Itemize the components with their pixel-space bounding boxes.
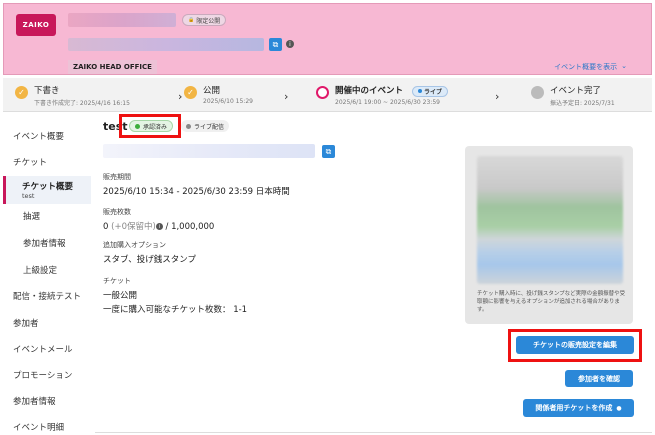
sales-count-total: / 1,000,000 [165, 222, 215, 232]
event-summary-label: イベント概要を表示 [554, 63, 618, 71]
live-stream-badge: ライブ配信 [181, 120, 230, 132]
copy-ticket-url-button[interactable]: ⧉ [322, 145, 335, 158]
event-header: ZAIKO 🔒 限定公開 ⧉ i ZAIKO HEAD OFFICE イベント概… [3, 3, 652, 75]
chevron-right-icon: › [495, 90, 500, 103]
info-icon[interactable]: i [155, 223, 163, 230]
visibility-badge-label: 限定公開 [196, 17, 221, 25]
step-live-sub: 2025/6/1 19:00 ~ 2025/6/30 23:59 [335, 98, 440, 106]
event-progress-bar: ✓ 下書き 下書き作成完了: 2025/4/16 16:15 › ✓ 公開 20… [3, 78, 652, 112]
step-published-sub: 2025/6/10 15:29 [203, 98, 253, 105]
event-title-redacted [68, 13, 176, 27]
ticket-limit: 一度に購入可能なチケット枚数： 1-1 [103, 305, 248, 315]
zaiko-logo[interactable]: ZAIKO [16, 14, 56, 36]
sidebar-item-promotion[interactable]: プロモーション [13, 369, 72, 381]
sales-count-hold: (+0保留中) [111, 222, 156, 232]
copy-icon: ⧉ [272, 39, 279, 49]
options-value: スタブ、投げ銭スタンプ [103, 255, 196, 265]
ticket-preview-card: チケット購入時に、投げ銭スタンプなど実際の金額振替や受取額に影響を与えるオプショ… [465, 146, 633, 324]
sales-count-value: 0 (+0保留中) i / 1,000,000 [103, 220, 214, 232]
ticket-url-redacted [103, 144, 315, 158]
sidebar-item-advanced[interactable]: 上級設定 [23, 264, 57, 276]
check-icon: ✓ [184, 86, 197, 99]
ring-icon [316, 86, 329, 99]
ticket-label: チケット [103, 277, 131, 285]
sidebar-item-streaming[interactable]: 配信・接続テスト [13, 290, 81, 302]
step-complete-sub: 振込予定日: 2025/7/31 [550, 100, 615, 107]
live-badge-label: ライブ [423, 88, 442, 96]
chevron-down-icon: ⌄ [621, 62, 627, 70]
step-draft-sub: 下書き作成完了: 2025/4/16 16:15 [34, 100, 130, 107]
create-staff-ticket-label: 関係者用チケットを作成 [535, 404, 613, 412]
chevron-right-icon: › [178, 90, 183, 103]
event-summary-link[interactable]: イベント概要を表示 ⌄ [554, 62, 627, 72]
step-complete: イベント完了 振込予定日: 2025/7/31 [531, 84, 615, 107]
event-url-redacted [68, 38, 264, 51]
info-icon[interactable]: i [286, 40, 294, 48]
sidebar-item-lottery[interactable]: 抽選 [23, 210, 40, 222]
sidebar-item-ticket-summary[interactable]: チケット概要 test [3, 176, 91, 204]
step-live: 開催中のイベント ライブ 2025/6/1 19:00 ~ 2025/6/30 … [316, 84, 448, 106]
sidebar-item-event-statement[interactable]: イベント明細 [13, 421, 64, 433]
sidebar-item-attendee-info[interactable]: 参加者情報 [23, 237, 66, 249]
ticket-type: 一般公開 [103, 291, 138, 301]
highlight-box [508, 329, 642, 362]
check-icon: ✓ [15, 86, 28, 99]
sidebar-item-event-mail[interactable]: イベントメール [13, 343, 73, 355]
sidebar-item-participants[interactable]: 参加者 [13, 317, 39, 329]
sidebar: イベント概要 チケット チケット概要 test 抽選 参加者情報 上級設定 配信… [3, 114, 93, 435]
copy-icon: ⧉ [325, 146, 332, 156]
step-live-title: 開催中のイベント ライブ [335, 84, 448, 97]
sales-period-label: 販売期間 [103, 173, 131, 181]
sidebar-item-tickets[interactable]: チケット [13, 156, 47, 168]
sales-count-sold: 0 [103, 222, 109, 232]
highlight-box [119, 114, 181, 138]
sidebar-item-label: チケット概要 [22, 182, 74, 192]
organization-name: ZAIKO HEAD OFFICE [68, 60, 157, 74]
step-published-title: 公開 [203, 86, 221, 96]
step-draft-title: 下書き [34, 86, 60, 96]
sidebar-item-event-summary[interactable]: イベント概要 [13, 130, 64, 142]
step-complete-title: イベント完了 [550, 86, 602, 96]
circle-icon [531, 86, 544, 99]
ticket-preview-image [477, 156, 623, 284]
live-stream-badge-label: ライブ配信 [194, 123, 225, 131]
sales-count-label: 販売枚数 [103, 208, 131, 216]
sales-period-value: 2025/6/10 15:34 - 2025/6/30 23:59 日本時間 [103, 187, 290, 197]
stream-dot-icon [186, 123, 191, 129]
options-label: 追加購入オプション [103, 241, 166, 249]
step-published: ✓ 公開 2025/6/10 15:29 [184, 84, 253, 105]
lock-icon: 🔒 [188, 17, 195, 23]
sidebar-item-sublabel: test [22, 192, 35, 200]
sidebar-item-participant-info[interactable]: 参加者情報 [13, 395, 56, 407]
live-badge: ライブ [411, 85, 448, 97]
confirm-participants-button[interactable]: 参加者を確認 [565, 370, 633, 387]
preview-note: チケット購入時に、投げ銭スタンプなど実際の金額振替や受取額に影響を与えるオプショ… [477, 291, 626, 313]
divider [95, 432, 652, 433]
confirm-participants-label: 参加者を確認 [578, 374, 620, 383]
step-live-title-text: 開催中のイベント [335, 86, 404, 96]
create-staff-ticket-button[interactable]: 関係者用チケットを作成 ● [523, 399, 634, 417]
step-draft: ✓ 下書き 下書き作成完了: 2025/4/16 16:15 [15, 84, 130, 107]
chevron-right-icon: › [284, 90, 289, 103]
dot-icon [417, 89, 422, 93]
dot-icon: ● [616, 404, 622, 412]
copy-url-button[interactable]: ⧉ [269, 38, 282, 51]
main-content: test 承認済み ライブ配信 ⧉ 販売期間 2025/6/10 15:34 -… [95, 114, 652, 435]
visibility-badge: 🔒 限定公開 [182, 14, 227, 26]
